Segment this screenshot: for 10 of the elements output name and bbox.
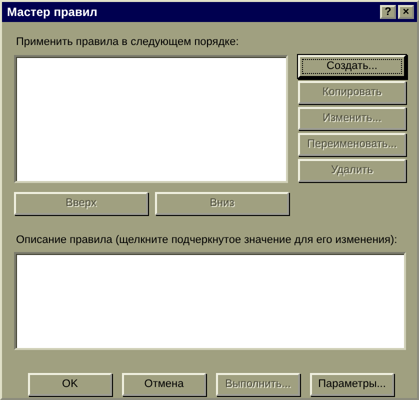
- dialog-button[interactable]: OK: [28, 373, 112, 396]
- rules-list[interactable]: [14, 54, 288, 182]
- window-title: Мастер правил: [7, 4, 98, 21]
- dialog-button[interactable]: Параметры...: [310, 373, 394, 396]
- rules-label: Применить правила в следующем порядке:: [16, 35, 240, 50]
- dialog-button[interactable]: Отмена: [122, 373, 206, 396]
- close-button[interactable]: ×: [398, 5, 414, 19]
- help-button[interactable]: ?: [380, 5, 396, 19]
- description-label: Описание правила (щелкните подчеркнутое значение для его изменения):: [16, 232, 398, 248]
- action-button[interactable]: Создать...: [298, 54, 406, 78]
